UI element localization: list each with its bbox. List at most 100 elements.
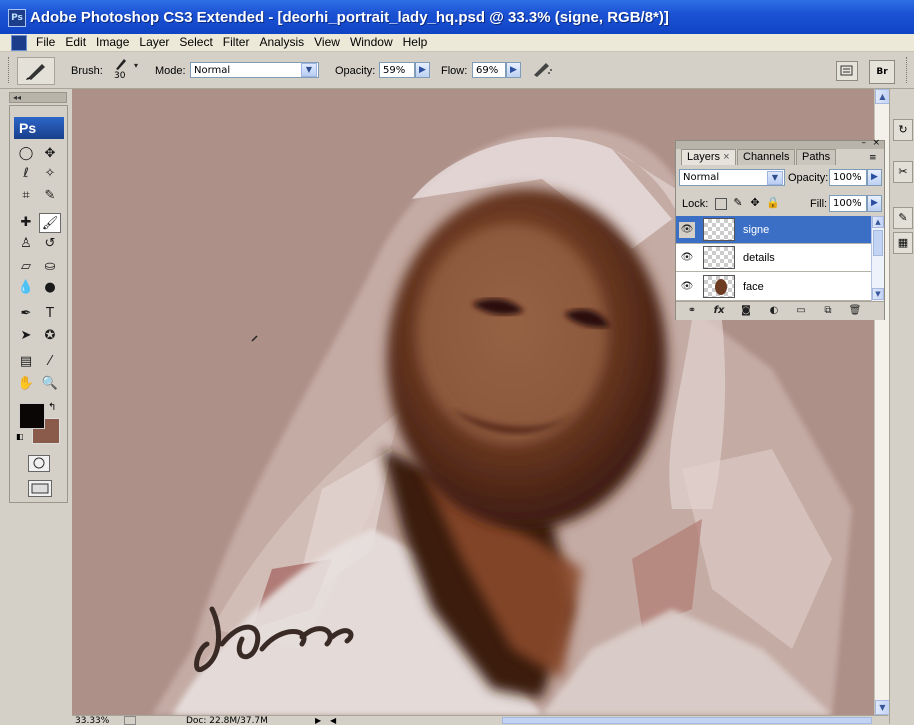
adjustment-icon[interactable]: ◐	[766, 304, 782, 318]
history-icon[interactable]: ↻	[893, 119, 913, 141]
trash-icon[interactable]: 🗑	[847, 304, 863, 318]
eye-icon[interactable]: 👁	[679, 250, 695, 266]
layer-opacity-slider-button[interactable]: ▶	[867, 169, 882, 186]
shape-icon[interactable]: ✪	[39, 326, 61, 346]
menu-bar: File Edit Image Layer Select Filter Anal…	[0, 34, 914, 52]
path-selection-icon[interactable]: ➤	[15, 326, 37, 346]
airbrush-button[interactable]	[530, 59, 554, 79]
crop-icon[interactable]: ⌗	[15, 186, 37, 206]
photoshop-app-icon[interactable]: Ps	[8, 9, 26, 27]
layer-opacity-input[interactable]: 100%	[829, 169, 867, 186]
menu-select[interactable]: Select	[174, 35, 217, 50]
layers-scroll-thumb[interactable]	[873, 230, 883, 256]
menu-help[interactable]: Help	[398, 35, 433, 50]
notes-icon[interactable]: ▤	[15, 352, 37, 372]
fx-icon[interactable]: fx	[711, 304, 727, 318]
default-colors-icon[interactable]: ◧	[16, 432, 24, 441]
title-bar: Ps Adobe Photoshop CS3 Extended - [deorh…	[0, 0, 914, 34]
screen-mode-button[interactable]	[28, 480, 52, 497]
scroll-up-button[interactable]: ▲	[875, 89, 890, 104]
panel-menu-icon[interactable]: ≡	[869, 153, 877, 163]
blur-icon[interactable]: 💧	[15, 278, 37, 298]
dock-grip[interactable]	[906, 57, 910, 83]
mode-select[interactable]: Normal ▼	[190, 62, 319, 78]
screen-mode-icon	[31, 483, 49, 494]
fill-slider-button[interactable]: ▶	[867, 195, 882, 212]
pen-icon[interactable]: ✒	[15, 304, 37, 324]
tab-close-icon[interactable]: ×	[723, 151, 729, 163]
palette-well-button[interactable]	[836, 61, 858, 81]
marquee-icon[interactable]: ◯	[15, 144, 37, 164]
layer-row-signe[interactable]: 👁 signe	[676, 216, 871, 244]
fill-input[interactable]: 100%	[829, 195, 867, 212]
opacity-slider-button[interactable]: ▶	[415, 62, 430, 78]
options-grip[interactable]	[8, 57, 12, 83]
type-icon[interactable]: T	[39, 304, 61, 324]
brush-picker[interactable]: ▾ 30	[110, 56, 140, 84]
dodge-icon[interactable]: ●	[39, 278, 61, 298]
layers-scroll-up[interactable]: ▲	[872, 216, 884, 228]
layer-row-face[interactable]: 👁 face	[676, 273, 871, 301]
foreground-color-swatch[interactable]	[19, 403, 45, 429]
lock-transparency-icon[interactable]	[715, 198, 727, 210]
tools-preset-icon[interactable]: ✂	[893, 161, 913, 183]
layers-list: 👁 signe 👁 details 👁 face	[676, 216, 871, 301]
eraser-icon[interactable]: ▱	[15, 257, 37, 277]
lock-position-icon[interactable]: ✥	[749, 197, 761, 209]
tab-layers[interactable]: Layers ×	[681, 149, 736, 165]
hand-icon[interactable]: ✋	[15, 374, 37, 394]
clone-source-icon[interactable]: ▦	[893, 232, 913, 254]
move-icon[interactable]: ✥	[39, 144, 61, 164]
tab-paths[interactable]: Paths	[796, 149, 837, 165]
tool-preset-picker[interactable]	[17, 57, 55, 85]
zoom-icon[interactable]: 🔍	[39, 374, 61, 394]
slice-icon[interactable]: ✎	[39, 186, 61, 206]
group-icon[interactable]: ▭	[793, 304, 809, 318]
lock-all-icon[interactable]: 🔒	[766, 197, 780, 209]
layer-row-details[interactable]: 👁 details	[676, 244, 871, 272]
quick-mask-button[interactable]	[28, 455, 50, 472]
menu-edit[interactable]: Edit	[60, 35, 91, 50]
healing-brush-icon[interactable]: ✚	[15, 213, 37, 233]
layers-scroll-down[interactable]: ▼	[872, 288, 884, 300]
blend-mode-select[interactable]: Normal ▼	[679, 169, 785, 186]
flow-slider-button[interactable]: ▶	[506, 62, 521, 78]
paint-bucket-icon[interactable]: ⛀	[39, 257, 61, 277]
menu-filter[interactable]: Filter	[218, 35, 255, 50]
menu-image[interactable]: Image	[91, 35, 134, 50]
menu-analysis[interactable]: Analysis	[254, 35, 309, 50]
panel-title-bar[interactable]: – ×	[676, 138, 884, 149]
magic-wand-icon[interactable]: ✧	[39, 164, 61, 184]
opacity-input[interactable]: 59%	[379, 62, 415, 78]
eyedropper-icon[interactable]: ⁄	[39, 352, 61, 372]
clone-stamp-icon[interactable]: ♙	[15, 234, 37, 254]
lasso-icon[interactable]: ℓ	[15, 164, 37, 184]
horizontal-scroll-thumb[interactable]	[502, 717, 872, 724]
scroll-down-button[interactable]: ▼	[875, 700, 890, 715]
layer-thumbnail	[703, 246, 735, 269]
layers-scrollbar[interactable]: ▲ ▼	[871, 216, 884, 301]
eye-icon[interactable]: 👁	[679, 279, 695, 295]
mode-label: Mode:	[155, 65, 186, 77]
menu-layer[interactable]: Layer	[134, 35, 174, 50]
eye-icon[interactable]: 👁	[679, 222, 695, 238]
tab-channels[interactable]: Channels	[737, 149, 796, 165]
lock-image-icon[interactable]: ✎	[732, 197, 744, 209]
swap-colors-icon[interactable]: ↰	[48, 402, 56, 413]
document-icon[interactable]	[11, 35, 27, 51]
brush-tool-icon[interactable]: 🖌	[39, 213, 61, 233]
brushes-icon[interactable]: ✎	[893, 207, 913, 229]
bridge-button[interactable]: Br	[869, 60, 895, 84]
mask-icon[interactable]: ◙	[738, 304, 754, 318]
ps-logo[interactable]: Ps	[14, 117, 64, 139]
link-icon[interactable]: ⚭	[684, 304, 700, 318]
new-layer-icon[interactable]: ⧉	[820, 304, 836, 318]
menu-view[interactable]: View	[309, 35, 345, 50]
minimize-icon[interactable]: –	[862, 138, 867, 148]
menu-file[interactable]: File	[31, 35, 60, 50]
toolbox-collapse-bar[interactable]: ◂◂	[9, 92, 67, 103]
history-brush-icon[interactable]: ↺	[39, 234, 61, 254]
flow-input[interactable]: 69%	[472, 62, 506, 78]
close-icon[interactable]: ×	[872, 138, 880, 148]
menu-window[interactable]: Window	[345, 35, 398, 50]
